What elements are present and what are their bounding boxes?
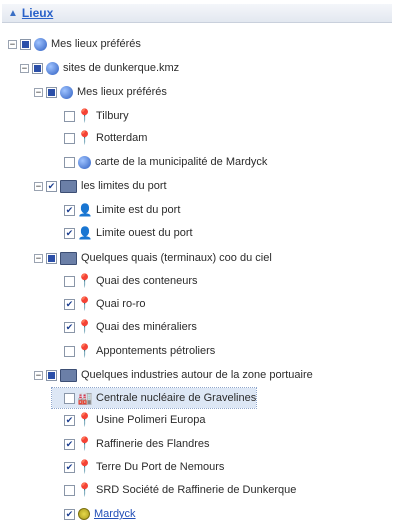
visibility-checkbox[interactable] <box>46 252 57 264</box>
tree-item-label[interactable]: Terre Du Port de Nemours <box>96 461 224 473</box>
visibility-checkbox[interactable] <box>64 345 75 357</box>
factory-icon: 🏭 <box>77 391 93 405</box>
tree-row[interactable]: 📍 Tilbury <box>52 106 129 126</box>
tree-expander-icon[interactable]: − <box>34 87 43 97</box>
tree-row[interactable]: − Quelques industries autour de la zone p… <box>34 365 313 385</box>
pushpin-icon: 📍 <box>76 343 94 358</box>
tree-row[interactable]: ✔ 📍 Usine Polimeri Europa <box>52 410 205 430</box>
tree-item-label[interactable]: Mes lieux préférés <box>77 86 167 98</box>
visibility-checkbox[interactable] <box>64 275 75 287</box>
visibility-checkbox[interactable] <box>46 86 57 98</box>
placemark-icon <box>78 508 90 520</box>
tree-row[interactable]: ✔ 👤 Limite ouest du port <box>52 223 193 243</box>
pushpin-icon: 📍 <box>76 412 94 427</box>
tree-row[interactable]: 🏭 Centrale nucléaire de Gravelines <box>50 387 258 409</box>
globe-icon <box>78 155 91 169</box>
places-panel-header[interactable]: ▲ Lieux <box>2 4 392 23</box>
tree-row[interactable]: 📍 Appontements pétroliers <box>52 341 215 361</box>
visibility-checkbox[interactable]: ✔ <box>64 438 75 450</box>
person-marker-icon: 👤 <box>77 203 93 217</box>
tree-item-label[interactable]: sites de dunkerque.kmz <box>63 62 179 74</box>
tree-row[interactable]: ✔ 📍 Quai ro-ro <box>52 294 146 314</box>
collapse-triangle-icon[interactable]: ▲ <box>8 8 18 19</box>
places-panel-title[interactable]: Lieux <box>22 6 53 20</box>
visibility-checkbox[interactable]: ✔ <box>64 508 75 520</box>
tree-item-label[interactable]: Usine Polimeri Europa <box>96 414 205 426</box>
tree-item-label[interactable]: Centrale nucléaire de Gravelines <box>96 392 256 404</box>
pushpin-icon: 📍 <box>76 482 94 497</box>
tree-row[interactable]: − Mes lieux préférés <box>34 82 167 102</box>
visibility-checkbox[interactable]: ✔ <box>64 414 75 426</box>
tree-row[interactable]: 📍 Quai des conteneurs <box>52 271 198 291</box>
tree-item-label[interactable]: Quai des conteneurs <box>96 275 198 287</box>
tree-item-label[interactable]: Quelques industries autour de la zone po… <box>81 369 313 381</box>
visibility-checkbox[interactable] <box>64 484 75 496</box>
tree-row[interactable]: − Mes lieux préférés <box>8 34 141 54</box>
folder-icon <box>60 251 77 265</box>
tree-row[interactable]: − sites de dunkerque.kmz <box>20 58 179 78</box>
tree-row[interactable]: 📍 Rotterdam <box>52 128 147 148</box>
tree-item-label[interactable]: Appontements pétroliers <box>96 345 215 357</box>
tree-row[interactable]: ✔ 📍 Raffinerie des Flandres <box>52 434 210 454</box>
folder-icon <box>60 179 77 193</box>
visibility-checkbox[interactable] <box>64 392 75 404</box>
visibility-checkbox[interactable] <box>64 110 75 122</box>
tree-item-label[interactable]: Raffinerie des Flandres <box>96 438 210 450</box>
tree-expander-icon[interactable]: − <box>8 39 17 49</box>
folder-icon <box>60 368 77 382</box>
tree-item-label[interactable]: Mes lieux préférés <box>51 38 141 50</box>
pushpin-icon: 📍 <box>76 296 94 311</box>
tree-item-label[interactable]: SRD Société de Raffinerie de Dunkerque <box>96 484 296 496</box>
visibility-checkbox[interactable]: ✔ <box>64 227 75 239</box>
tree-row[interactable]: carte de la municipalité de Mardyck <box>52 152 267 172</box>
visibility-checkbox[interactable]: ✔ <box>64 461 75 473</box>
tree-row[interactable]: 📍 SRD Société de Raffinerie de Dunkerque <box>52 480 296 500</box>
tree-expander-icon[interactable]: − <box>20 63 29 73</box>
globe-icon <box>34 37 47 51</box>
tree-expander-icon[interactable]: − <box>34 181 43 191</box>
tree-row[interactable]: ✔ 📍 Quai des minéraliers <box>52 317 197 337</box>
tree-item-label[interactable]: Limite est du port <box>96 204 180 216</box>
pushpin-icon: 📍 <box>76 108 94 123</box>
visibility-checkbox[interactable] <box>32 62 43 74</box>
tree-item-label[interactable]: les limites du port <box>81 180 167 192</box>
visibility-checkbox[interactable]: ✔ <box>64 204 75 216</box>
globe-icon <box>60 85 73 99</box>
visibility-checkbox[interactable] <box>64 156 75 168</box>
tree-row[interactable]: − Quelques quais (terminaux) coo du ciel <box>34 248 272 268</box>
visibility-checkbox[interactable] <box>46 369 57 381</box>
globe-icon <box>46 61 59 75</box>
visibility-checkbox[interactable]: ✔ <box>46 180 57 192</box>
tree-row[interactable]: − ✔ les limites du port <box>34 176 167 196</box>
tree-item-label[interactable]: Quai des minéraliers <box>96 321 197 333</box>
visibility-checkbox[interactable] <box>20 38 31 50</box>
person-marker-icon: 👤 <box>77 226 93 240</box>
tree-expander-icon[interactable]: − <box>34 253 43 263</box>
pushpin-icon: 📍 <box>76 459 94 474</box>
tree-item-label[interactable]: Limite ouest du port <box>96 227 193 239</box>
tree-item-label[interactable]: Mardyck <box>94 508 136 520</box>
pushpin-icon: 📍 <box>76 273 94 288</box>
tree-item-label[interactable]: Quelques quais (terminaux) coo du ciel <box>81 252 272 264</box>
visibility-checkbox[interactable]: ✔ <box>64 298 75 310</box>
tree-item-label[interactable]: Rotterdam <box>96 132 147 144</box>
tree-row[interactable]: ✔ 👤 Limite est du port <box>52 200 180 220</box>
visibility-checkbox[interactable]: ✔ <box>64 321 75 333</box>
tree-item-label[interactable]: Tilbury <box>96 110 129 122</box>
tree-expander-icon[interactable]: − <box>34 370 43 380</box>
pushpin-icon: 📍 <box>76 436 94 451</box>
tree-item-label[interactable]: carte de la municipalité de Mardyck <box>95 156 267 168</box>
pushpin-icon: 📍 <box>76 130 94 145</box>
visibility-checkbox[interactable] <box>64 132 75 144</box>
tree-item-label[interactable]: Quai ro-ro <box>96 298 146 310</box>
tree-row[interactable]: ✔ Mardyck <box>52 504 136 524</box>
tree-row[interactable]: ✔ 📍 Terre Du Port de Nemours <box>52 457 224 477</box>
pushpin-icon: 📍 <box>76 319 94 334</box>
